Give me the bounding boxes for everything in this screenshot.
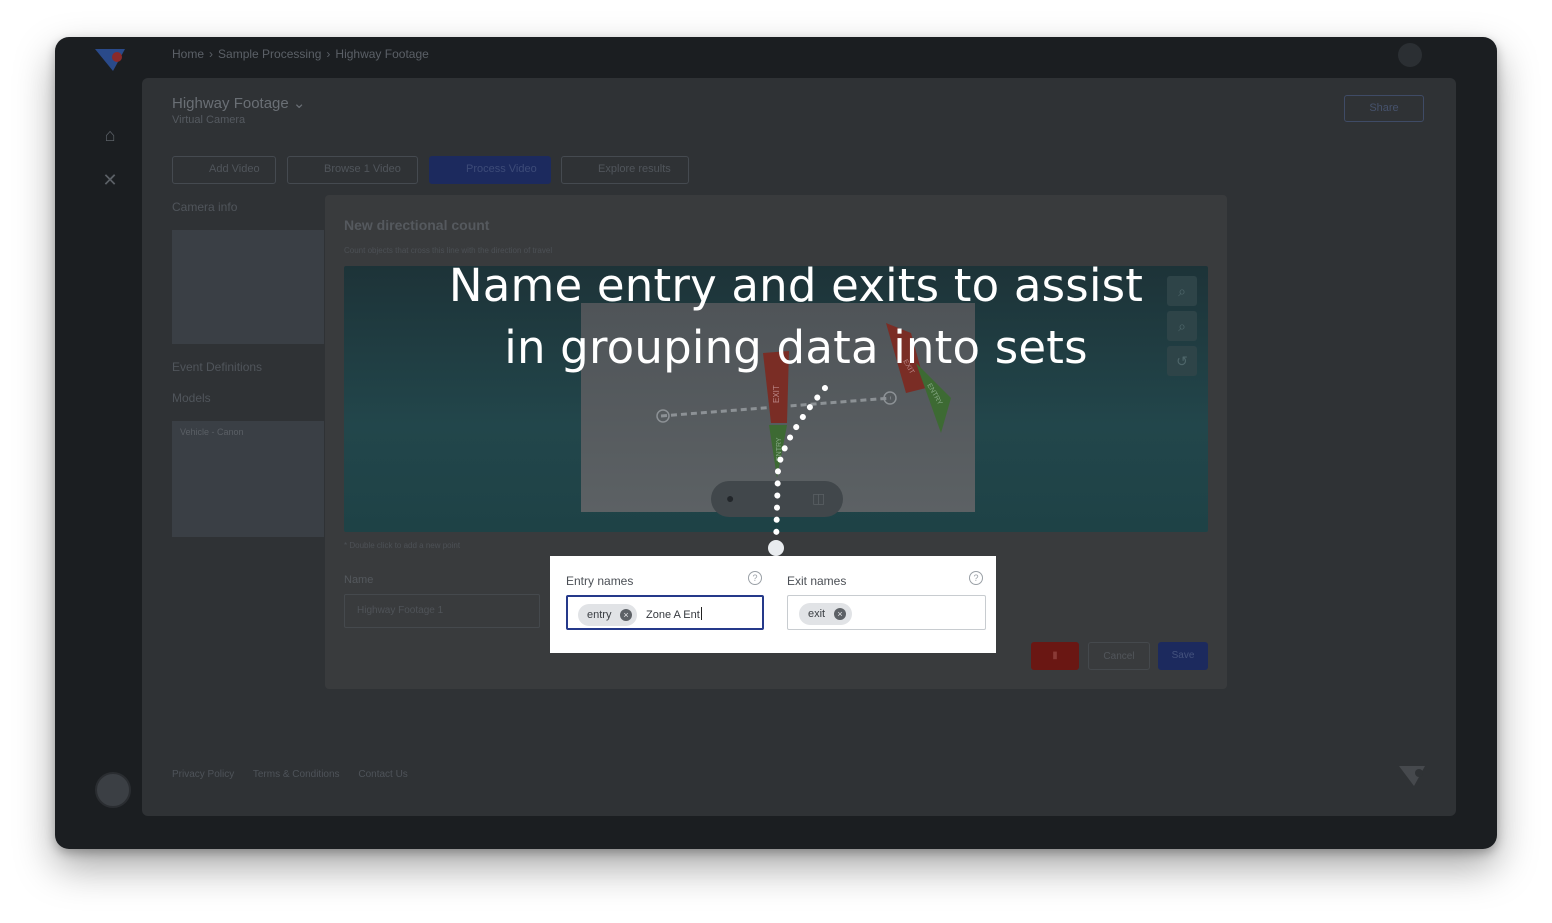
canvas-hint: * Double click to add a new point: [344, 541, 461, 550]
exit-chip: exit ×: [799, 603, 852, 625]
avatar[interactable]: [95, 772, 131, 808]
share-button[interactable]: Share: [1344, 95, 1424, 122]
footer-links: Privacy Policy Terms & Conditions Contac…: [172, 769, 424, 780]
entry-arrow-label: ENTRY: [776, 437, 783, 461]
exit-names-field[interactable]: exit ×: [787, 595, 986, 630]
sidebar: ⌂ ✕: [55, 37, 143, 849]
user-menu-icon[interactable]: [1398, 43, 1422, 67]
modal-title: New directional count: [344, 217, 490, 233]
question-circle-icon[interactable]: ?: [748, 571, 762, 585]
privacy-link[interactable]: Privacy Policy: [172, 769, 234, 780]
breadcrumb-current: Highway Footage: [335, 47, 429, 61]
close-circle-icon[interactable]: ×: [620, 609, 632, 621]
exit-names-label: Exit names: [787, 574, 847, 588]
entry-chip-label: entry: [587, 609, 612, 621]
exit-arrow-label: EXIT: [772, 385, 781, 403]
entry-exit-panel: Entry names ? entry × Zone A Ent Exit na…: [550, 556, 996, 653]
trash-icon: ▮: [1052, 650, 1058, 661]
close-circle-icon[interactable]: ×: [834, 608, 846, 620]
models-label[interactable]: Models: [172, 391, 211, 405]
save-button[interactable]: Save: [1158, 642, 1208, 670]
delete-button[interactable]: ▮: [1031, 642, 1079, 670]
breadcrumb: Home › Sample Processing › Highway Footage: [172, 47, 429, 61]
name-label: Name: [344, 574, 374, 586]
exit-chip-label: exit: [808, 608, 826, 620]
camera-info-label: Camera info: [172, 200, 238, 214]
model-tag: Vehicle - Canon: [180, 427, 244, 437]
cancel-button[interactable]: Cancel: [1088, 642, 1150, 670]
terms-link[interactable]: Terms & Conditions: [253, 769, 340, 780]
entry-names-label: Entry names: [566, 574, 634, 588]
explore-results-button[interactable]: Explore results: [561, 156, 689, 184]
browse-videos-button[interactable]: Browse 1 Video: [287, 156, 418, 184]
app-logo: [95, 49, 125, 71]
event-definitions-label[interactable]: Event Definitions: [172, 360, 262, 374]
split-view-icon[interactable]: ◫: [812, 490, 825, 507]
question-circle-icon[interactable]: ?: [969, 571, 983, 585]
model-thumbnail[interactable]: Vehicle - Canon: [172, 421, 324, 537]
entry-names-field[interactable]: entry × Zone A Ent: [566, 595, 764, 630]
caption-line-2: in grouping data into sets: [504, 321, 1088, 374]
tutorial-caption: Name entry and exits to assist in groupi…: [446, 255, 1146, 379]
entry-chip: entry ×: [578, 604, 637, 626]
map-pin-icon[interactable]: ●: [726, 490, 734, 506]
page-title[interactable]: Highway Footage ⌄: [172, 94, 305, 112]
canvas-tool-pill: ● ◫: [711, 481, 843, 517]
camera-thumbnail[interactable]: [172, 230, 324, 344]
footer-logo: [1399, 766, 1425, 786]
caption-line-1: Name entry and exits to assist: [448, 259, 1144, 312]
process-video-button[interactable]: Process Video: [429, 156, 551, 184]
breadcrumb-sample-processing[interactable]: Sample Processing: [218, 47, 321, 61]
name-input[interactable]: Highway Footage 1: [344, 594, 540, 628]
reset-icon[interactable]: ↺: [1167, 346, 1197, 376]
tools-icon[interactable]: ✕: [100, 170, 120, 190]
breadcrumb-home[interactable]: Home: [172, 47, 204, 61]
add-video-button[interactable]: Add Video: [172, 156, 276, 184]
modal-subtitle: Count objects that cross this line with …: [344, 246, 553, 255]
zoom-in-icon[interactable]: ⌕: [1167, 276, 1197, 306]
contact-link[interactable]: Contact Us: [358, 769, 407, 780]
page-subtitle: Virtual Camera: [172, 114, 246, 126]
entry-names-input[interactable]: Zone A Ent: [646, 607, 702, 621]
home-icon[interactable]: ⌂: [100, 125, 120, 145]
app-window: ⌂ ✕ Home › Sample Processing › Highway Foota…: [55, 37, 1497, 849]
zoom-out-icon[interactable]: ⌕: [1167, 311, 1197, 341]
